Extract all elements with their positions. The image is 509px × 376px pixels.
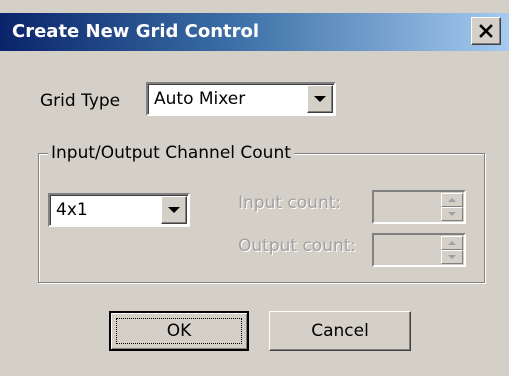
- grid-type-select[interactable]: Auto Mixer: [146, 82, 336, 116]
- focus-ring: [116, 318, 242, 344]
- channel-preset-dropdown-button[interactable]: [161, 196, 187, 224]
- ok-button[interactable]: OK: [109, 311, 249, 351]
- chevron-down-icon: [314, 96, 326, 102]
- create-grid-dialog: Create New Grid Control Grid Type Auto M…: [0, 0, 509, 376]
- dialog-title: Create New Grid Control: [12, 21, 260, 42]
- grid-type-dropdown-button[interactable]: [307, 85, 333, 113]
- grid-type-value: Auto Mixer: [154, 89, 246, 109]
- output-count-up-button[interactable]: [441, 236, 463, 250]
- input-count-spinner[interactable]: [372, 190, 466, 224]
- channel-count-group-title: Input/Output Channel Count: [48, 143, 294, 163]
- arrow-up-icon: [448, 241, 456, 245]
- title-bar[interactable]: Create New Grid Control: [0, 13, 509, 51]
- input-count-label: Input count:: [238, 193, 342, 213]
- output-count-down-button[interactable]: [441, 250, 463, 264]
- channel-preset-select[interactable]: 4x1: [48, 193, 190, 227]
- cancel-button-label: Cancel: [311, 321, 369, 341]
- close-button[interactable]: [471, 17, 501, 45]
- chevron-down-icon: [168, 207, 180, 213]
- arrow-up-icon: [448, 198, 456, 202]
- output-count-spinner[interactable]: [372, 233, 466, 267]
- input-count-down-button[interactable]: [441, 207, 463, 221]
- channel-preset-value: 4x1: [56, 200, 88, 220]
- cancel-button[interactable]: Cancel: [269, 311, 411, 351]
- arrow-down-icon: [448, 212, 456, 216]
- arrow-down-icon: [448, 255, 456, 259]
- output-count-label: Output count:: [238, 236, 357, 256]
- close-icon: [479, 19, 493, 43]
- grid-type-label: Grid Type: [40, 91, 121, 111]
- input-count-up-button[interactable]: [441, 193, 463, 207]
